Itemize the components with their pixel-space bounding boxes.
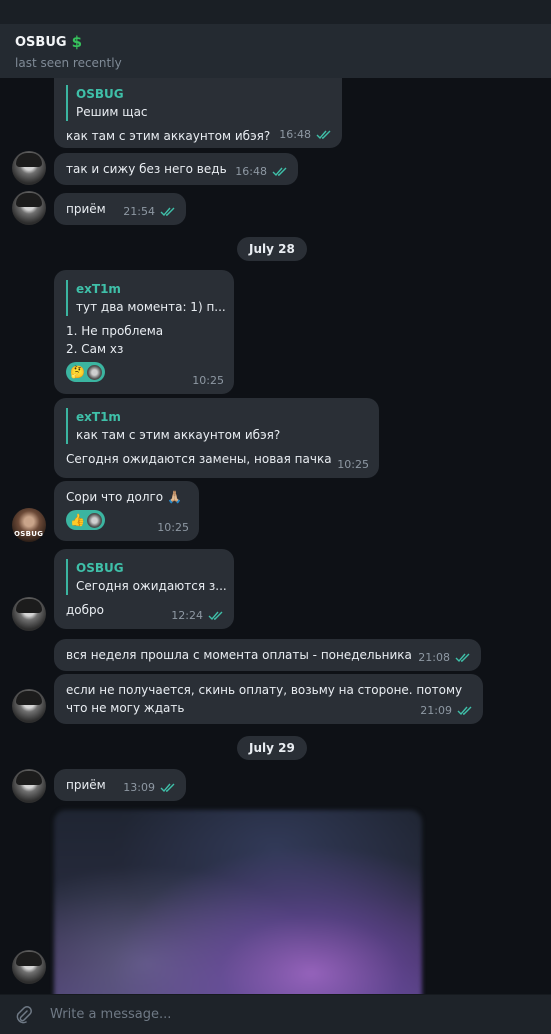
- quote-author: OSBUG: [76, 561, 124, 575]
- message-bubble[interactable]: OSBUG Сегодня ожидаются з... добро 12:24: [54, 549, 234, 629]
- message-meta: 10:25: [337, 456, 369, 474]
- message-time: 10:25: [192, 374, 224, 387]
- message-bubble[interactable]: Сори что долго 🙏🏼 👍 10:25: [54, 481, 199, 541]
- quote-author: exT1m: [76, 282, 121, 296]
- quote-author: exT1m: [76, 410, 121, 424]
- avatar[interactable]: [12, 597, 46, 631]
- reply-quote[interactable]: OSBUG Сегодня ожидаются з...: [66, 559, 227, 595]
- message-meta: 16:48: [235, 163, 288, 181]
- double-check-icon: [457, 706, 472, 716]
- reply-quote[interactable]: OSBUG Решим щас: [66, 85, 330, 121]
- avatar[interactable]: [12, 191, 46, 225]
- reply-quote[interactable]: exT1m как там с этим аккаунтом ибэя?: [66, 408, 367, 444]
- double-check-icon: [208, 611, 223, 621]
- double-check-icon: [316, 130, 331, 140]
- message-composer: Write a message...: [0, 994, 551, 1034]
- dollar-emoji: $: [71, 33, 82, 51]
- message-bubble[interactable]: OSBUG Решим щас как там с этим аккаунтом…: [54, 78, 342, 148]
- message-time: 21:09: [420, 704, 452, 717]
- message-time: 21:08: [418, 651, 450, 664]
- avatar[interactable]: [12, 689, 46, 723]
- double-check-icon: [272, 167, 287, 177]
- message-bubble[interactable]: приём 13:09: [54, 769, 186, 801]
- message-bubble[interactable]: если не получается, скинь оплату, возьму…: [54, 674, 483, 724]
- message-text: Сегодня ожидаются замены, новая пачка: [66, 452, 332, 466]
- message-meta: 21:08: [418, 649, 471, 667]
- message-time: 16:48: [279, 128, 311, 141]
- message-text-line: 1. Не проблема: [66, 324, 164, 338]
- message-meta: 10:25: [192, 372, 224, 390]
- date-separator: July 29: [237, 736, 307, 760]
- avatar[interactable]: OSBUG: [12, 508, 46, 542]
- message-text: Сори что долго 🙏🏼: [66, 490, 182, 504]
- reactor-avatar: [86, 512, 102, 528]
- message-bubble[interactable]: так и сижу без него ведь 16:48: [54, 153, 298, 185]
- message-bubble[interactable]: exT1m как там с этим аккаунтом ибэя? Сег…: [54, 398, 379, 478]
- message-meta: 13:09: [123, 779, 176, 797]
- message-time: 12:24: [171, 609, 203, 622]
- double-check-icon: [160, 207, 175, 217]
- paperclip-icon[interactable]: [14, 1005, 34, 1025]
- chat-header[interactable]: OSBUG $ last seen recently: [0, 24, 551, 78]
- message-time: 13:09: [123, 781, 155, 794]
- date-separator: July 28: [237, 237, 307, 261]
- message-meta: 21:54: [123, 203, 176, 221]
- top-strip: [0, 0, 551, 24]
- quote-text: Сегодня ожидаются з...: [76, 579, 227, 593]
- reaction-chip[interactable]: 👍: [66, 510, 105, 530]
- message-time: 10:25: [337, 458, 369, 471]
- double-check-icon: [160, 783, 175, 793]
- avatar[interactable]: [12, 769, 46, 803]
- last-seen-status: last seen recently: [15, 56, 122, 70]
- reaction-chip[interactable]: 🤔: [66, 362, 105, 382]
- blurred-image-message[interactable]: [54, 810, 422, 994]
- reaction-emoji: 🤔: [70, 365, 85, 379]
- message-list[interactable]: OSBUG Решим щас как там с этим аккаунтом…: [0, 78, 551, 994]
- message-text-line: 2. Сам хз: [66, 342, 124, 356]
- message-bubble[interactable]: вся неделя прошла с момента оплаты - пон…: [54, 639, 481, 671]
- message-meta: 10:25: [157, 519, 189, 537]
- chat-title: OSBUG $: [15, 33, 536, 51]
- reply-quote[interactable]: exT1m тут два момента: 1) п...: [66, 280, 226, 316]
- message-bubble[interactable]: приём 21:54: [54, 193, 186, 225]
- avatar[interactable]: [12, 151, 46, 185]
- message-time: 10:25: [157, 521, 189, 534]
- message-meta: 12:24: [171, 607, 224, 625]
- quote-text: Решим щас: [76, 105, 148, 119]
- reactor-avatar: [86, 364, 102, 380]
- reaction-emoji: 👍: [70, 513, 85, 527]
- quote-author: OSBUG: [76, 87, 124, 101]
- quote-text: тут два момента: 1) п...: [76, 300, 226, 314]
- message-time: 21:54: [123, 205, 155, 218]
- message-text-line: если не получается, скинь оплату, возьму…: [66, 683, 463, 697]
- double-check-icon: [455, 653, 470, 663]
- contact-name: OSBUG: [15, 34, 67, 50]
- message-meta: 21:09: [420, 702, 473, 720]
- quote-text: как там с этим аккаунтом ибэя?: [76, 428, 281, 442]
- message-text: вся неделя прошла с момента оплаты - пон…: [66, 648, 412, 662]
- message-time: 16:48: [235, 165, 267, 178]
- avatar[interactable]: [12, 950, 46, 984]
- message-text-line: что не могу ждать: [66, 701, 185, 715]
- message-input[interactable]: Write a message...: [50, 1007, 171, 1022]
- message-bubble[interactable]: exT1m тут два момента: 1) п... 1. Не про…: [54, 270, 234, 394]
- message-meta: 16:48: [279, 126, 332, 144]
